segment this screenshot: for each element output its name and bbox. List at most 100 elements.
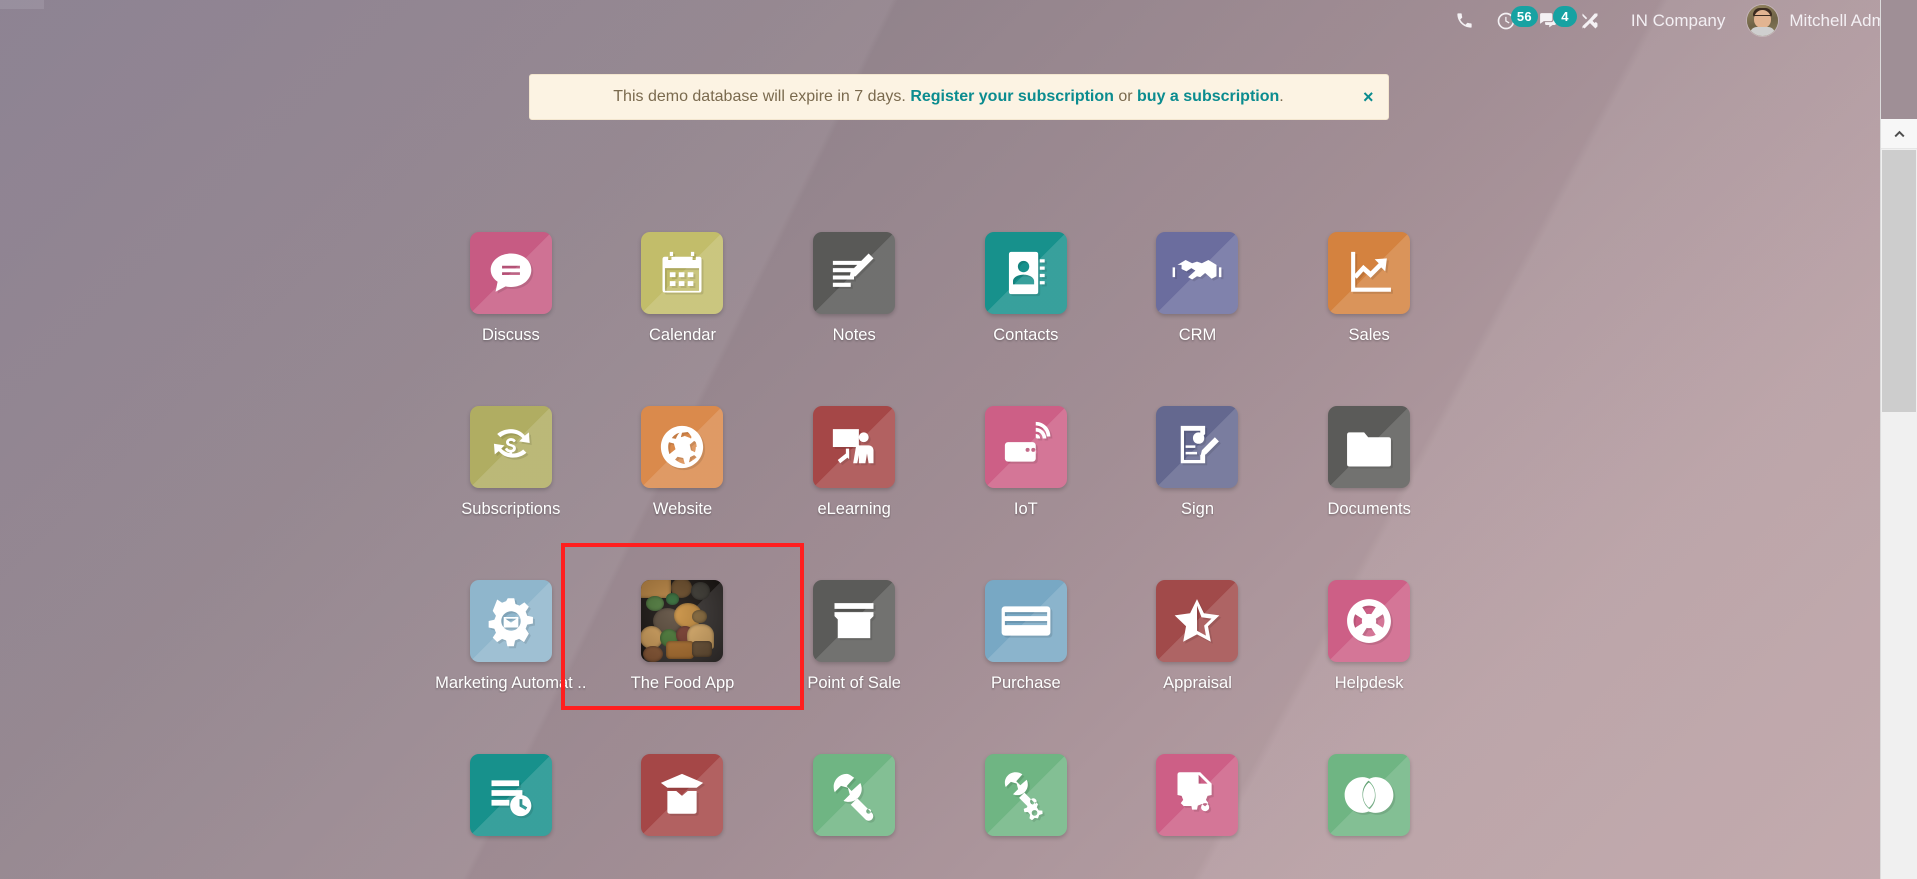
marketing-automation-icon-glyph	[488, 598, 533, 647]
notes-icon-glyph	[833, 253, 874, 287]
app-label: Marketing Automat ..	[435, 674, 587, 692]
company-selector[interactable]: IN Company	[1611, 11, 1739, 31]
close-icon[interactable]: ×	[1363, 88, 1374, 106]
app-label: Sign	[1180, 500, 1214, 518]
app-item-studio-document[interactable]	[1112, 732, 1284, 848]
tools-icon[interactable]	[1569, 0, 1611, 41]
app-item-elearning[interactable]: eLearning	[768, 384, 940, 519]
app-label: Subscriptions	[461, 500, 561, 518]
phone-icon[interactable]	[1444, 0, 1485, 41]
app-item-helpdesk[interactable]: Helpdesk	[1283, 558, 1455, 693]
app-item-the-food-app[interactable]: The Food App	[597, 558, 769, 693]
app-label: Discuss	[481, 326, 540, 344]
maintenance-icon-glyph	[1004, 772, 1043, 821]
crm-handshake-icon[interactable]	[1156, 232, 1239, 314]
banner-prefix-text: This demo database will expire in 7 days…	[613, 87, 911, 105]
point-of-sale-icon-glyph	[834, 603, 874, 639]
app-item-purchase[interactable]: Purchase	[940, 558, 1112, 693]
studio-document-icon[interactable]	[1156, 754, 1239, 836]
app-item-iot[interactable]: IoT	[940, 384, 1112, 519]
timesheets-icon[interactable]	[469, 754, 552, 836]
messages-icon[interactable]: 4	[1527, 0, 1577, 41]
notes-icon[interactable]	[813, 232, 896, 314]
database-expiration-banner: This demo database will expire in 7 days…	[528, 74, 1389, 120]
app-item-notes[interactable]: Notes	[768, 210, 940, 345]
scrollbar-thumb[interactable]	[1882, 150, 1916, 412]
elearning-icon[interactable]	[813, 406, 896, 488]
activity-clock-icon[interactable]: 56	[1485, 0, 1538, 41]
app-item-crm[interactable]: CRM	[1112, 210, 1284, 345]
app-label: Purchase	[990, 674, 1061, 692]
sales-chart-icon-glyph	[1351, 251, 1392, 292]
contacts-icon[interactable]	[984, 232, 1067, 314]
discuss-icon[interactable]	[469, 232, 552, 314]
app-label: Documents	[1327, 500, 1411, 518]
top-system-bar: 56 4 IN Company Mitchell Admin	[0, 0, 1917, 41]
website-globe-icon[interactable]	[641, 406, 724, 488]
inventory-box-icon[interactable]	[641, 754, 724, 836]
contacts-icon-glyph	[1008, 251, 1045, 295]
scrollbar-track-bottom	[1881, 412, 1917, 879]
sales-chart-icon[interactable]	[1328, 232, 1411, 314]
calendar-icon[interactable]	[641, 232, 724, 314]
app-item-discuss[interactable]: Discuss	[425, 210, 597, 345]
purchase-card-icon[interactable]	[984, 580, 1067, 662]
buy-subscription-link[interactable]: buy a subscription	[1137, 88, 1279, 105]
calendar-icon-glyph	[662, 251, 702, 293]
banner-message: This demo database will expire in 7 days…	[613, 87, 1283, 108]
sign-icon-glyph	[1181, 425, 1220, 464]
app-item-repairs-wrench[interactable]	[768, 732, 940, 848]
inventory-box-icon-glyph	[661, 773, 704, 814]
sign-icon[interactable]	[1156, 406, 1239, 488]
repairs-wrench-icon[interactable]	[813, 754, 896, 836]
app-item-marketing-automat[interactable]: Marketing Automat ..	[425, 558, 597, 693]
food-photo-overlay	[641, 580, 724, 662]
app-item-documents[interactable]: Documents	[1283, 384, 1455, 519]
helpdesk-lifebuoy-icon[interactable]	[1328, 580, 1411, 662]
marketing-automation-icon[interactable]	[469, 580, 552, 662]
app-item-inventory-box[interactable]	[597, 732, 769, 848]
app-item-subscriptions[interactable]: Subscriptions	[425, 384, 597, 519]
app-label: CRM	[1178, 326, 1217, 344]
documents-icon-glyph	[1347, 432, 1392, 467]
app-item-venn-circles[interactable]	[1283, 732, 1455, 848]
discuss-icon-glyph	[490, 253, 532, 292]
banner-middle-text: or	[1113, 87, 1138, 105]
app-item-point-of-sale[interactable]: Point of Sale	[768, 558, 940, 693]
maintenance-icon[interactable]	[984, 754, 1067, 836]
subscriptions-icon[interactable]	[469, 406, 552, 488]
app-label: Sales	[1348, 326, 1390, 344]
app-label: Website	[652, 500, 713, 518]
app-item-timesheets[interactable]	[425, 732, 597, 848]
timesheets-icon-glyph	[491, 780, 532, 817]
app-label: Calendar	[649, 326, 716, 344]
register-subscription-link[interactable]: Register your subscription	[910, 88, 1114, 105]
appraisal-star-icon[interactable]	[1156, 580, 1239, 662]
app-label: Point of Sale	[807, 674, 901, 692]
point-of-sale-icon[interactable]	[813, 580, 896, 662]
venn-circles-icon-glyph	[1344, 777, 1394, 813]
user-menu[interactable]: Mitchell Admin	[1739, 5, 1899, 36]
app-label: Helpdesk	[1334, 674, 1404, 692]
crm-handshake-icon-glyph	[1173, 260, 1222, 280]
app-label: IoT	[1013, 500, 1038, 518]
venn-circles-icon[interactable]	[1328, 754, 1411, 836]
app-item-website[interactable]: Website	[597, 384, 769, 519]
app-label: The Food App	[630, 674, 735, 692]
iot-icon-glyph	[1004, 421, 1051, 462]
page-scrollbar[interactable]	[1880, 0, 1917, 879]
scrollbar-track-top	[1881, 0, 1917, 119]
app-item-maintenance[interactable]	[940, 732, 1112, 848]
app-item-calendar[interactable]: Calendar	[597, 210, 769, 345]
app-item-sales[interactable]: Sales	[1283, 210, 1455, 345]
repairs-wrench-icon-glyph	[833, 773, 874, 821]
food-photo-icon[interactable]	[641, 580, 724, 662]
scroll-up-arrow-icon[interactable]	[1881, 119, 1917, 149]
app-label: Appraisal	[1163, 674, 1232, 692]
app-item-contacts[interactable]: Contacts	[940, 210, 1112, 345]
app-item-sign[interactable]: Sign	[1112, 384, 1284, 519]
documents-icon[interactable]	[1328, 406, 1411, 488]
app-label: Notes	[832, 326, 876, 344]
iot-icon[interactable]	[984, 406, 1067, 488]
app-item-appraisal[interactable]: Appraisal	[1112, 558, 1284, 693]
